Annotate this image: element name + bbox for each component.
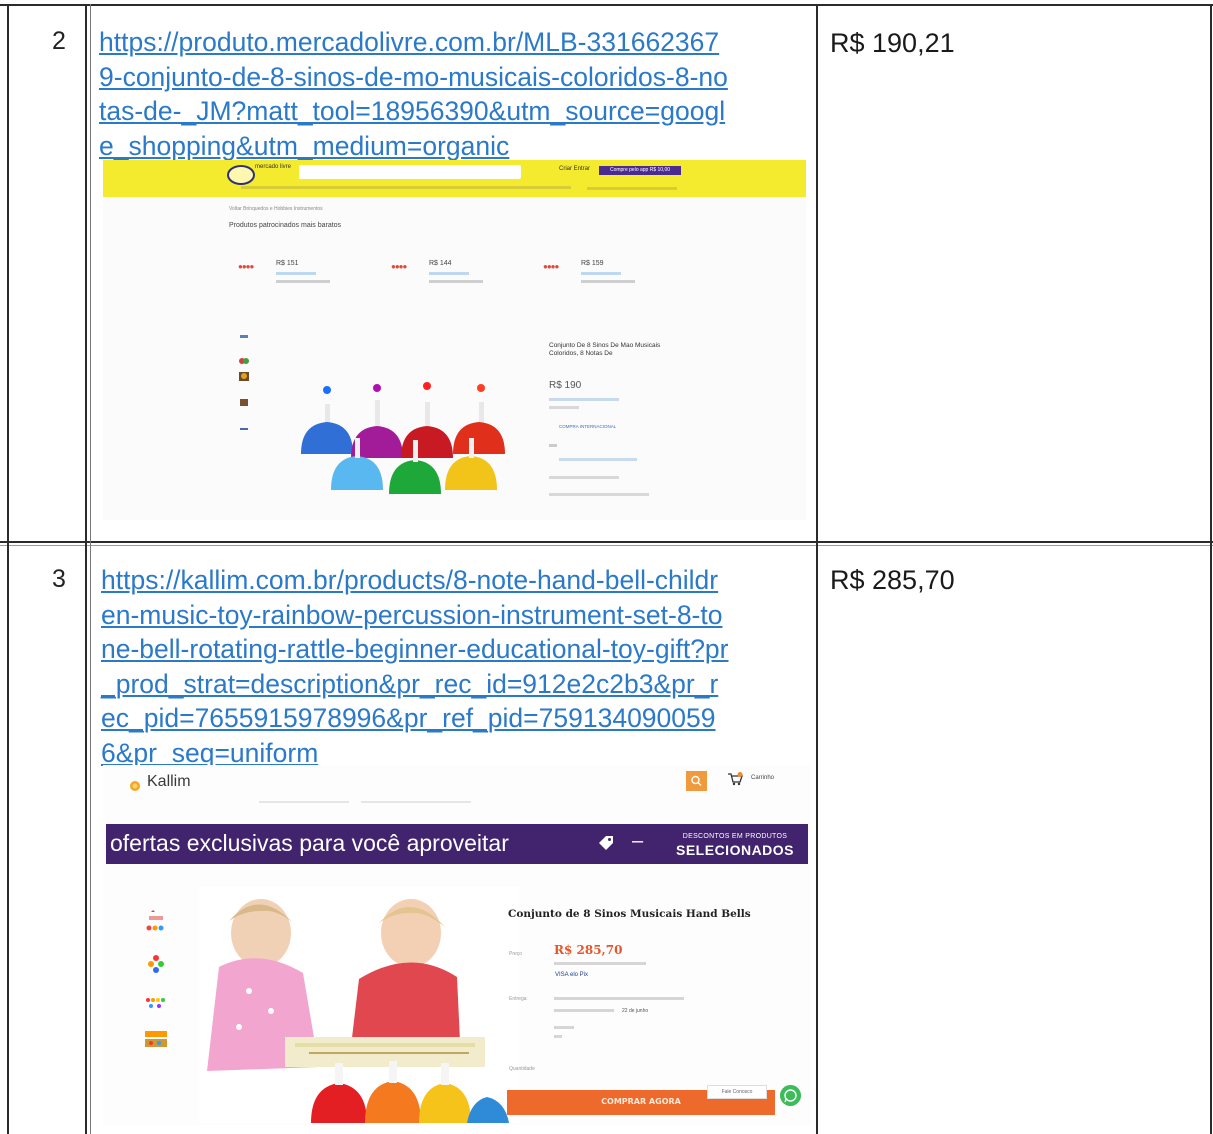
faint-line	[549, 444, 557, 447]
thumbnail-icon	[146, 998, 165, 1008]
promo-badge: Compre pelo app R$ 10,00	[599, 166, 681, 175]
search-button	[686, 771, 707, 791]
table-divider-price-col	[816, 4, 818, 1134]
delivery-label: Entrega	[509, 996, 527, 1002]
search-input	[299, 165, 521, 179]
card-line	[581, 280, 635, 283]
thumbnail-icon	[240, 399, 248, 406]
thumbnail-icon	[146, 910, 164, 931]
link-line: 9-conjunto-de-8-sinos-de-mo-musicais-col…	[99, 61, 728, 92]
payment-methods: VISA elo Pix	[555, 972, 589, 978]
link-line: ne-bell-rotating-rattle-beginner-educati…	[101, 634, 729, 664]
card-price: R$ 144	[429, 260, 452, 267]
nav-bar	[241, 186, 571, 189]
banner-dash: –	[632, 830, 644, 852]
faint-line	[554, 962, 646, 965]
table-border-left	[7, 4, 9, 1134]
quantity-label: Quantidade	[509, 1066, 535, 1072]
product-photo	[199, 887, 519, 1123]
whatsapp-icon	[780, 1085, 801, 1106]
thumbnail-icon	[239, 372, 249, 381]
product-card: ●●●● R$ 151	[238, 260, 358, 300]
bells-thumbnail-icon: ●●●●	[238, 262, 254, 271]
price-value: R$ 285,70	[830, 565, 955, 595]
thumbnail-icon	[148, 955, 164, 973]
table-border-right	[1210, 4, 1212, 1134]
product-link[interactable]: https://kallim.com.br/products/8-note-ha…	[101, 563, 811, 770]
link-line: tas-de-_JM?matt_tool=18956390&utm_source…	[99, 96, 726, 126]
cart-icon	[728, 772, 743, 786]
link-line: en-music-toy-rainbow-percussion-instrume…	[101, 599, 723, 630]
user-links: Criar Entrar	[559, 166, 591, 172]
thumbnail-icon	[145, 1031, 167, 1047]
card-line	[581, 272, 621, 275]
row-number: 3	[52, 565, 66, 593]
banner-small-text: DESCONTOS EM PRODUTOS	[682, 833, 788, 840]
promo-banner: ofertas exclusivas para você aproveitar …	[106, 824, 808, 864]
faint-line	[559, 458, 637, 461]
faint-line	[554, 1026, 574, 1029]
bells-thumbnail-icon: ●●●●	[543, 262, 559, 271]
kallim-logo-icon	[130, 781, 140, 791]
shipping-label: COMPRA INTERNACIONAL	[559, 424, 617, 429]
site-logo: mercado livre	[255, 164, 292, 170]
product-price: R$ 190	[549, 380, 582, 391]
screenshot-kallim: Kallim Carrinho ofertas exclusivas para …	[103, 765, 811, 1125]
table-border-top	[0, 4, 1213, 6]
screenshot-mercadolivre: mercado livre Criar Entrar Compre pelo a…	[103, 160, 806, 520]
link-line: e_shopping&utm_medium=organic	[99, 130, 510, 161]
product-title: Conjunto de 8 Sinos Musicais Hand Bells	[508, 908, 751, 920]
card-line	[429, 280, 483, 283]
cart-label: Carrinho	[751, 775, 775, 781]
card-line	[276, 272, 316, 275]
link-line: https://produto.mercadolivre.com.br/MLB-…	[99, 27, 720, 57]
faint-line	[554, 1035, 562, 1038]
price-tag-icon	[599, 836, 613, 850]
card-line	[429, 272, 469, 275]
price-value: R$ 190,21	[830, 28, 955, 58]
table-divider-number-col	[85, 4, 87, 1134]
banner-big-text: SELECIONADOS	[676, 842, 795, 858]
section-heading: Produtos patrocinados mais baratos	[229, 222, 342, 229]
row-number: 2	[52, 27, 66, 55]
faint-line	[549, 406, 579, 409]
price-label: Preço	[509, 951, 523, 957]
table-divider-number-col-2	[90, 4, 91, 1134]
product-link[interactable]: https://produto.mercadolivre.com.br/MLB-…	[99, 25, 807, 163]
faint-line	[549, 476, 619, 479]
product-price: R$ 285,70	[554, 943, 623, 957]
chat-button: Fale Conosco	[707, 1085, 767, 1099]
nav-bar-right	[587, 187, 677, 190]
table-border-middle-shadow	[0, 545, 1213, 546]
product-title: Conjunto De 8 Sinos De Mao Musicais Colo…	[549, 342, 661, 357]
delivery-date: 22 de junho	[622, 1008, 649, 1014]
search-icon	[691, 775, 702, 786]
thumbnail-icon	[240, 428, 248, 430]
hand-bells-image	[301, 382, 505, 494]
faint-line	[549, 493, 649, 496]
table-border-middle	[0, 541, 1213, 543]
thumbnail-icon	[239, 358, 249, 364]
link-line: _prod_strat=description&pr_rec_id=912e2c…	[101, 668, 719, 699]
faint-line	[554, 1009, 614, 1012]
card-price: R$ 151	[276, 260, 299, 267]
mercadolivre-logo-icon	[227, 165, 255, 185]
bells-thumbnail-icon: ●●●●	[391, 262, 407, 271]
breadcrumb: Voltar Brinquedos e Hobbies Instrumentos	[229, 206, 323, 212]
thumbnail-icon	[240, 335, 248, 338]
card-line	[276, 280, 330, 283]
product-card: ●●●● R$ 144	[391, 260, 511, 300]
product-card: ●●●● R$ 159	[543, 260, 663, 300]
banner-text: ofertas exclusivas para você aproveitar	[110, 830, 509, 856]
nav-line	[259, 801, 349, 803]
site-header: mercado livre Criar Entrar Compre pelo a…	[103, 160, 806, 197]
link-line: ec_pid=7655915978996&pr_ref_pid=75913409…	[101, 703, 716, 733]
nav-line	[361, 801, 471, 803]
faint-line	[549, 398, 619, 401]
card-price: R$ 159	[581, 260, 604, 267]
link-line: https://kallim.com.br/products/8-note-ha…	[101, 565, 719, 595]
site-logo: Kallim	[147, 773, 191, 790]
faint-line	[554, 997, 684, 1000]
